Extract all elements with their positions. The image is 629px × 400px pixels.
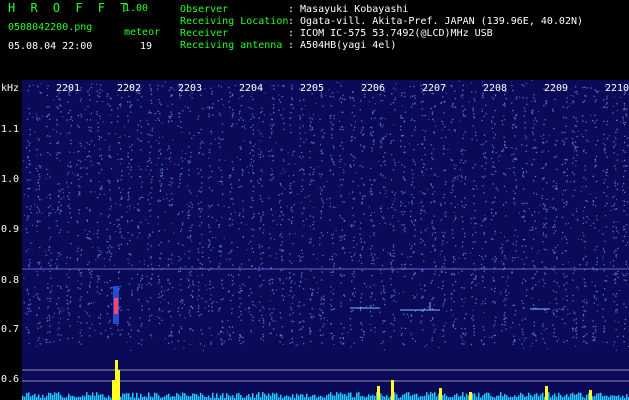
time-label: 2206 xyxy=(361,83,385,94)
meteor-spike xyxy=(545,386,548,400)
meteor-spike xyxy=(589,390,592,400)
freq-label: 1.1 xyxy=(1,124,19,135)
freq-label: 0.6 xyxy=(1,374,19,385)
meteor-spike xyxy=(112,380,115,400)
app-title: H R O F F T xyxy=(8,1,132,15)
file-name: 0508042200.png xyxy=(8,22,93,33)
spectrogram-panel: kHz 2201 2202 2203 2204 2205 2206 2207 2208 2209 2… xyxy=(0,80,629,400)
app-version: 1.00 xyxy=(124,3,149,14)
freq-label: 0.9 xyxy=(1,224,19,235)
time-label: 2205 xyxy=(300,83,324,94)
receiver-value: : ICOM IC-575 53.7492(@LCD)MHz USB xyxy=(288,28,493,39)
location-label: Receiving Location xyxy=(180,16,289,27)
time-label: 2203 xyxy=(178,83,202,94)
freq-label: 1.0 xyxy=(1,174,19,185)
header-panel: H R O F F T 1.00 0508042200.png meteor 0… xyxy=(0,0,629,80)
time-label: 2210 xyxy=(605,83,629,94)
freq-label: 0.8 xyxy=(1,275,19,286)
meteor-spike xyxy=(391,380,394,400)
observer-label: Observer xyxy=(180,4,229,15)
time-label: 2209 xyxy=(544,83,568,94)
time-label: 2207 xyxy=(422,83,446,94)
time-label: 2208 xyxy=(483,83,507,94)
spectrogram-background xyxy=(22,80,629,400)
observer-row: Observer : Masayuki Kobayashi xyxy=(180,4,629,16)
time-label: 2202 xyxy=(117,83,141,94)
meteor-core xyxy=(114,298,118,314)
capture-datetime: 05.08.04 22:00 xyxy=(8,41,93,52)
time-label: 2201 xyxy=(56,83,80,94)
antenna-row: Receiving antenna : A504HB(yagi 4el) xyxy=(180,40,629,52)
meteor-spike xyxy=(377,386,380,400)
unit-label: kHz xyxy=(1,83,19,94)
meteor-count-label: meteor xyxy=(124,27,161,38)
meteor-spike xyxy=(469,392,472,400)
receiver-row: Receiver : ICOM IC-575 53.7492(@LCD)MHz … xyxy=(180,28,629,40)
meteor-spike xyxy=(117,370,120,400)
meteor-spike xyxy=(439,388,442,400)
antenna-value: : A504HB(yagi 4el) xyxy=(288,40,397,51)
time-label: 2204 xyxy=(239,83,263,94)
freq-label: 0.7 xyxy=(1,324,19,335)
receiver-label: Receiver xyxy=(180,28,229,39)
antenna-label: Receiving antenna xyxy=(180,40,283,51)
observer-value: : Masayuki Kobayashi xyxy=(288,4,409,15)
location-row: Receiving Location : Ogata-vill. Akita-P… xyxy=(180,16,629,28)
location-value: : Ogata-vill. Akita-Pref. JAPAN (139.96E… xyxy=(288,16,584,27)
meteor-count-value: 19 xyxy=(140,41,153,52)
